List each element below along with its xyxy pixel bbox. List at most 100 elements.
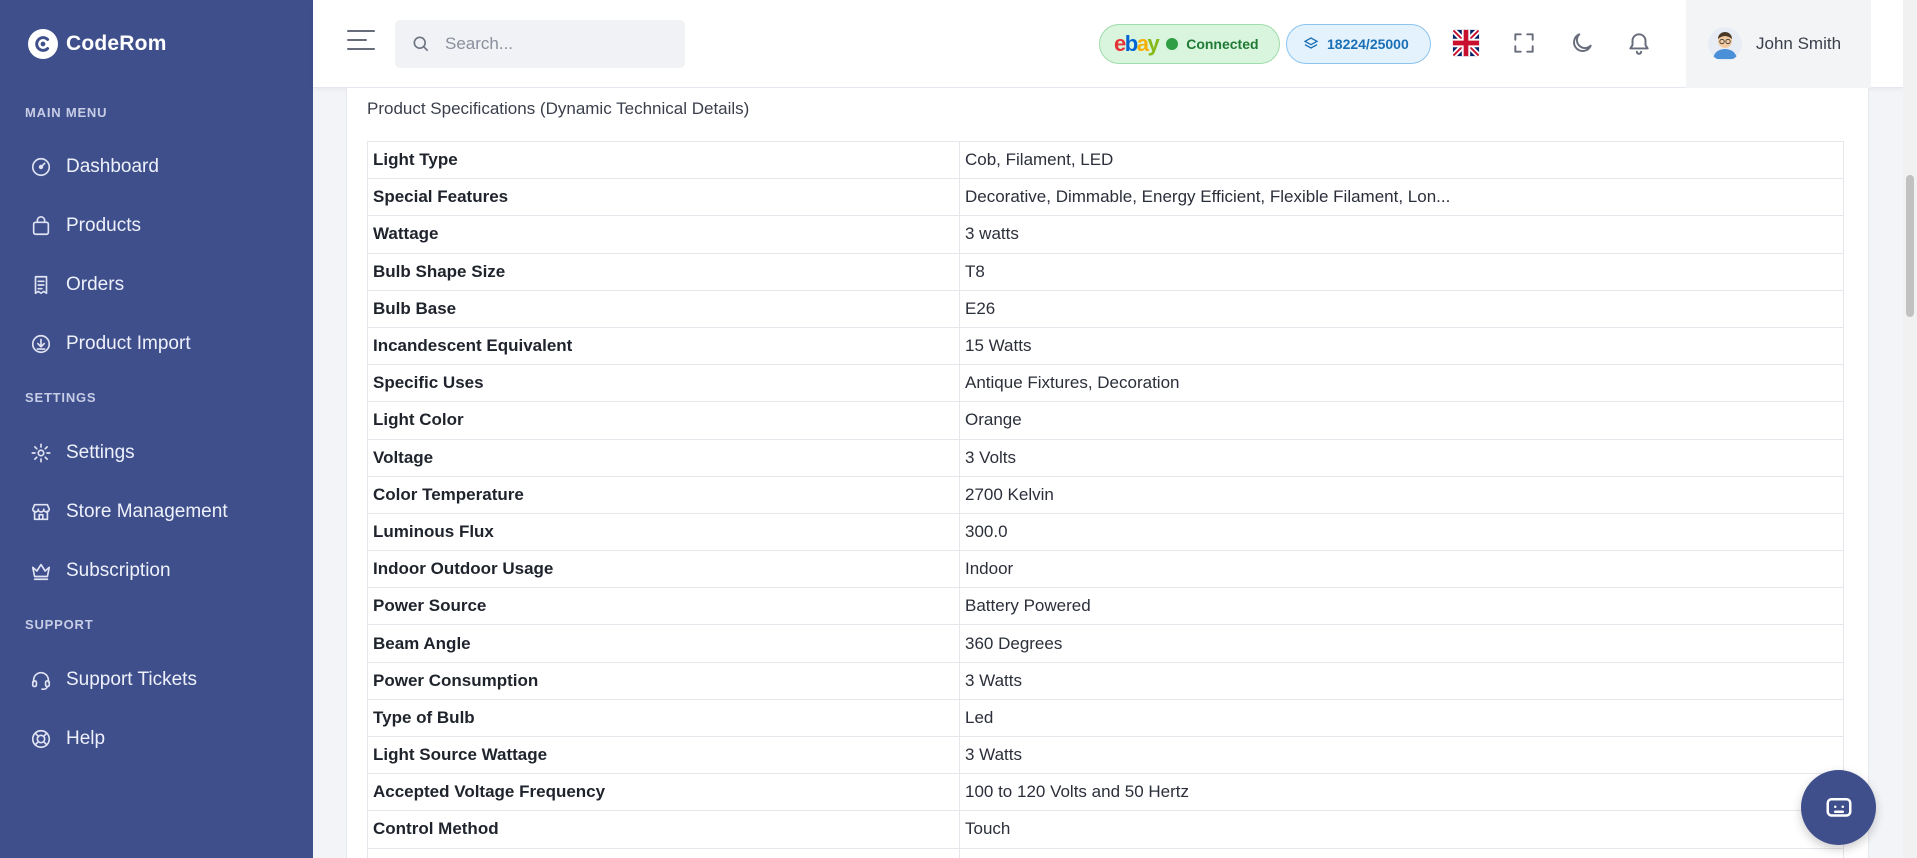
spec-key: Light Source Wattage <box>367 735 960 775</box>
table-row: Light Color Orange <box>367 401 1844 440</box>
spec-key: Wattage <box>367 215 960 254</box>
spec-key: Luminous Flux <box>367 512 960 552</box>
download-cloud-icon <box>31 334 51 354</box>
gear-icon <box>31 443 51 463</box>
table-row: Beam Angle 360 Degrees <box>367 624 1844 663</box>
main-content: Product Specifications (Dynamic Technica… <box>313 88 1903 858</box>
spec-value: 360 Degrees <box>959 624 1844 663</box>
table-row: Specific Uses Antique Fixtures, Decoratio… <box>367 364 1844 403</box>
table-row: Indoor Outdoor Usage Indoor <box>367 550 1844 589</box>
table-row: Accepted Voltage Frequency 100 to 120 Vol… <box>367 773 1844 812</box>
spec-key: Bulb Shape Size <box>367 252 960 291</box>
sidebar-item-label: Support Tickets <box>66 669 197 690</box>
table-row: Special Features Decorative, Dimmable, En… <box>367 178 1844 217</box>
sidebar-item-support-tickets[interactable]: Support Tickets <box>30 662 197 698</box>
notification-bell-icon[interactable] <box>1624 28 1654 58</box>
spec-key: Power Consumption <box>367 661 960 700</box>
spec-key: Accepted Voltage Frequency <box>367 773 960 812</box>
table-row: Control Method Touch <box>367 810 1844 849</box>
user-name: John Smith <box>1756 34 1842 53</box>
table-row: Voltage 3 Volts <box>367 438 1844 477</box>
brand-name: CodeRom <box>66 32 167 55</box>
chat-icon <box>1826 797 1851 817</box>
spec-value: 100 to 120 Volts and 50 Hertz <box>959 773 1844 812</box>
search-icon <box>413 36 429 52</box>
sidebar-item-store-management[interactable]: Store Management <box>30 494 228 530</box>
sidebar-item-label: Settings <box>66 442 135 463</box>
dark-mode-icon[interactable] <box>1567 28 1597 58</box>
topbar: ebay Connected 18224/25000 <box>313 0 1903 88</box>
spec-value: 15 Watts <box>959 326 1844 366</box>
avatar <box>1708 27 1742 61</box>
spec-key: Light Type <box>367 140 960 180</box>
sidebar-item-dashboard[interactable]: Dashboard <box>30 149 159 185</box>
spec-value: Led <box>959 698 1844 738</box>
status-dot-icon <box>1166 38 1179 50</box>
gauge-icon <box>31 157 51 177</box>
search-input[interactable] <box>445 34 665 54</box>
spec-value: 3 watts <box>959 215 1844 254</box>
spec-value <box>959 847 1844 858</box>
menu-toggle-icon[interactable] <box>347 30 375 56</box>
spec-value: 3 Watts <box>959 735 1844 775</box>
spec-value: Touch <box>959 810 1844 849</box>
sidebar-item-help[interactable]: Help <box>30 721 105 757</box>
store-icon <box>31 503 51 521</box>
quota-badge[interactable]: 18224/25000 <box>1286 24 1431 64</box>
table-row: Light Source Wattage 3 Watts <box>367 735 1844 775</box>
section-settings: SETTINGS <box>25 390 97 405</box>
spec-key: Type of Bulb <box>367 698 960 738</box>
scrollbar-track[interactable] <box>1903 0 1917 858</box>
spec-value: 300.0 <box>959 512 1844 552</box>
spec-value: T8 <box>959 252 1844 291</box>
user-menu[interactable]: John Smith <box>1686 0 1871 88</box>
ebay-status-text: Connected <box>1186 36 1259 52</box>
table-row: Luminous Flux 300.0 <box>367 512 1844 552</box>
spec-key: Beam Angle <box>367 624 960 663</box>
sidebar-item-label: Product Import <box>66 333 191 354</box>
table-row: Type of Bulb Led <box>367 698 1844 738</box>
sidebar-item-subscription[interactable]: Subscription <box>30 553 171 589</box>
spec-value: 3 Volts <box>959 438 1844 477</box>
spec-value: 3 Watts <box>959 661 1844 700</box>
bag-icon <box>32 216 50 236</box>
spec-value: Orange <box>959 401 1844 440</box>
ebay-connection-badge[interactable]: ebay Connected <box>1099 24 1280 64</box>
crown-icon <box>31 563 51 581</box>
layers-icon <box>1303 37 1319 49</box>
sidebar-item-orders[interactable]: Orders <box>30 267 124 303</box>
scrollbar-thumb[interactable] <box>1906 175 1914 317</box>
spec-key: Power Source <box>367 587 960 626</box>
sidebar-item-product-import[interactable]: Product Import <box>30 326 191 362</box>
spec-key: Voltage <box>367 438 960 477</box>
sidebar-item-settings[interactable]: Settings <box>30 435 135 471</box>
spec-value: E26 <box>959 289 1844 328</box>
spec-value: Battery Powered <box>959 587 1844 626</box>
search-box[interactable] <box>395 20 685 68</box>
spec-value: 2700 Kelvin <box>959 475 1844 514</box>
fullscreen-icon[interactable] <box>1509 28 1539 58</box>
spec-value: Cob, Filament, LED <box>959 140 1844 180</box>
sidebar-item-label: Orders <box>66 274 125 295</box>
section-support: SUPPORT <box>25 617 94 632</box>
section-main-menu: MAIN MENU <box>25 105 108 120</box>
table-row: Incandescent Equivalent 15 Watts <box>367 326 1844 366</box>
spec-key: Special Features <box>367 178 960 217</box>
sidebar-item-products[interactable]: Products <box>30 208 141 244</box>
spec-key: Color Temperature <box>367 475 960 514</box>
spec-value: Decorative, Dimmable, Energy Efficient, … <box>959 178 1844 217</box>
table-row: Wattage 3 watts <box>367 215 1844 254</box>
quota-text: 18224/25000 <box>1327 36 1409 52</box>
uk-flag-icon[interactable] <box>1451 28 1481 58</box>
table-row <box>367 847 1844 858</box>
brand-logo-icon <box>28 29 58 59</box>
sidebar-item-label: Store Management <box>66 501 228 522</box>
table-row: Light Type Cob, Filament, LED <box>367 140 1844 180</box>
table-row: Bulb Base E26 <box>367 289 1844 328</box>
chat-button[interactable] <box>1801 770 1876 845</box>
spec-value: Indoor <box>959 550 1844 589</box>
brand[interactable]: CodeRom <box>28 28 167 60</box>
spec-value: Antique Fixtures, Decoration <box>959 364 1844 403</box>
ebay-logo-icon: ebay <box>1114 31 1160 56</box>
spec-key: Incandescent Equivalent <box>367 326 960 366</box>
